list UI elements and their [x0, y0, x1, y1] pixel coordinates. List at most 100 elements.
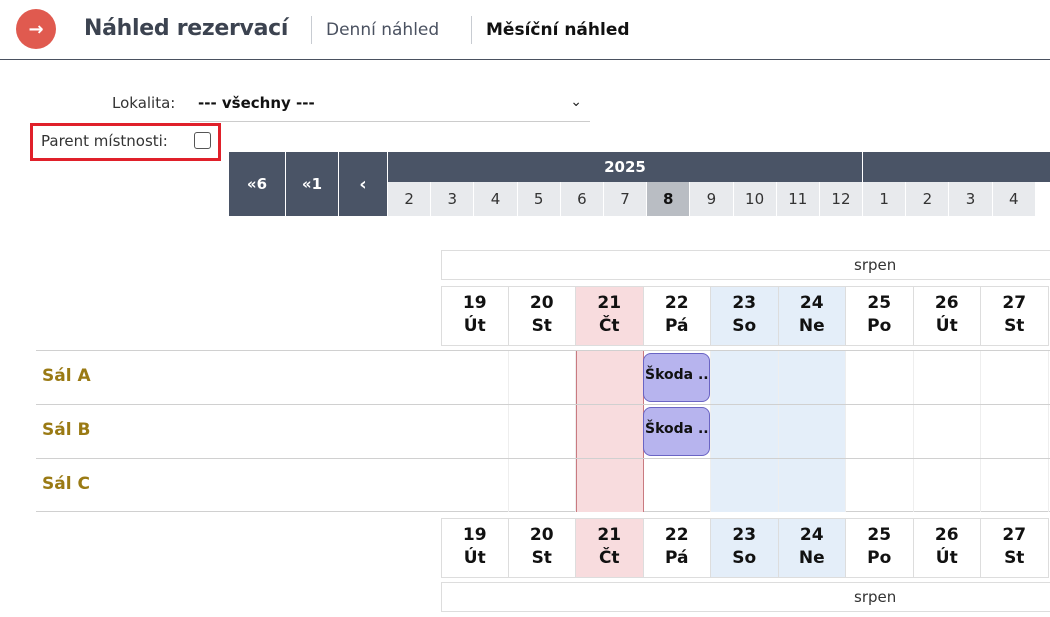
day-number: 19: [462, 525, 487, 545]
room-day-slot[interactable]: [778, 405, 846, 458]
room-day-slot[interactable]: [778, 459, 846, 512]
day-number: 26: [934, 525, 959, 545]
month-selector: 2 3 4 5 6 7 8 9 10 11 12 1 2 3 4: [388, 182, 1036, 216]
room-day-slot[interactable]: [711, 459, 779, 512]
month-cell[interactable]: 1: [863, 182, 907, 216]
parent-rooms-checkbox[interactable]: [194, 132, 211, 149]
room-name[interactable]: Sál A: [42, 366, 91, 386]
room-day-slot[interactable]: [441, 405, 509, 458]
day-of-week: Ne: [798, 316, 825, 336]
day-of-week: Po: [867, 316, 892, 336]
room-day-slot[interactable]: [846, 405, 914, 458]
day-of-week: St: [531, 548, 552, 568]
month-cell[interactable]: 3: [949, 182, 993, 216]
day-number: 24: [799, 293, 824, 313]
room-day-slot[interactable]: [441, 351, 509, 404]
tab-daily-view[interactable]: Denní náhled: [311, 16, 439, 44]
day-number: 24: [799, 525, 824, 545]
arrow-right-icon[interactable]: →: [16, 9, 56, 49]
bottom-day-cell: 21 Čt: [576, 518, 644, 578]
day-number: 20: [529, 525, 554, 545]
day-header-top: 19 Út 20 St 21 Čt 22 Pá 23 So 24 Ne 25 Po 26 Út 27 St: [441, 286, 1049, 346]
bottom-day-cell: 25 Po: [846, 518, 914, 578]
room-day-slot[interactable]: [914, 405, 981, 458]
room-day-slot[interactable]: [981, 405, 1049, 458]
month-band-top: srpen: [441, 250, 1050, 280]
year-label-next: [863, 152, 1050, 182]
room-day-slot[interactable]: [576, 351, 644, 404]
day-of-week: Po: [867, 548, 892, 568]
booking-block[interactable]: Škoda ...: [643, 353, 710, 402]
day-number: 25: [867, 525, 892, 545]
room-day-slot[interactable]: [576, 405, 644, 458]
room-day-slot[interactable]: [778, 351, 846, 404]
room-day-slot[interactable]: [576, 459, 644, 512]
page-title: Náhled rezervací: [84, 16, 289, 41]
month-cell[interactable]: 9: [690, 182, 734, 216]
month-cell[interactable]: 2: [388, 182, 432, 216]
room-day-slot[interactable]: [981, 459, 1049, 512]
room-row: Sál A: [36, 350, 1050, 404]
month-cell[interactable]: 6: [560, 182, 604, 216]
bottom-day-cell: 22 Pá: [643, 518, 711, 578]
month-cell[interactable]: 3: [431, 182, 475, 216]
month-cell[interactable]: 5: [517, 182, 561, 216]
month-cell[interactable]: 11: [776, 182, 820, 216]
room-day-slot[interactable]: [914, 459, 981, 512]
month-cell[interactable]: 12: [819, 182, 864, 216]
month-cell[interactable]: 4: [474, 182, 518, 216]
room-day-slot[interactable]: [711, 405, 779, 458]
room-row: Sál C: [36, 458, 1050, 512]
day-of-week: So: [732, 316, 757, 336]
day-number: 21: [597, 525, 622, 545]
prev-1-month-button[interactable]: «1: [286, 152, 339, 216]
month-cell[interactable]: 2: [906, 182, 950, 216]
top-day-cell: 22 Pá: [643, 286, 711, 346]
month-cell[interactable]: 4: [992, 182, 1036, 216]
room-day-slot[interactable]: [509, 459, 576, 512]
tab-monthly-view[interactable]: Měsíční náhled: [471, 16, 630, 44]
day-number: 27: [1002, 525, 1027, 545]
day-number: 26: [934, 293, 959, 313]
room-day-slot[interactable]: [711, 351, 779, 404]
day-number: 25: [867, 293, 892, 313]
booking-block[interactable]: Škoda ...: [643, 407, 710, 456]
room-day-slot[interactable]: [914, 351, 981, 404]
day-of-week: Čt: [598, 316, 620, 336]
lokalita-label: Lokalita:: [112, 94, 176, 112]
top-day-cell: 27 St: [981, 286, 1049, 346]
day-number: 22: [664, 525, 689, 545]
day-number: 20: [529, 293, 554, 313]
day-of-week: Út: [935, 316, 958, 336]
bottom-day-cell: 27 St: [981, 518, 1049, 578]
day-of-week: So: [732, 548, 757, 568]
room-day-slot[interactable]: [441, 459, 509, 512]
room-name[interactable]: Sál C: [42, 474, 90, 494]
room-day-slot[interactable]: [509, 351, 576, 404]
room-day-slot[interactable]: [846, 351, 914, 404]
lokalita-select[interactable]: --- všechny --- ⌄: [190, 90, 590, 122]
room-day-slot[interactable]: [509, 405, 576, 458]
bottom-day-cell: 23 So: [711, 518, 779, 578]
chevron-down-icon: ⌄: [570, 94, 582, 110]
bottom-day-cell: 20 St: [508, 518, 576, 578]
month-cell[interactable]: 8: [647, 182, 691, 216]
day-of-week: Út: [935, 548, 958, 568]
room-day-slot[interactable]: [644, 459, 711, 512]
room-day-slot[interactable]: [846, 459, 914, 512]
year-label: 2025: [388, 152, 863, 182]
bottom-day-cell: 19 Út: [441, 518, 509, 578]
day-number: 23: [732, 525, 757, 545]
prev-6-months-button[interactable]: «6: [229, 152, 286, 216]
month-cell[interactable]: 10: [733, 182, 777, 216]
day-number: 23: [732, 293, 757, 313]
top-day-cell: 26 Út: [913, 286, 981, 346]
month-cell[interactable]: 7: [603, 182, 648, 216]
day-of-week: Pá: [665, 548, 689, 568]
day-header-bottom: 19 Út 20 St 21 Čt 22 Pá 23 So 24 Ne 25 Po 26 Út 27 St: [441, 518, 1049, 578]
room-day-slot[interactable]: [981, 351, 1049, 404]
day-number: 22: [664, 293, 689, 313]
chevron-left-icon[interactable]: ‹: [339, 152, 388, 216]
room-name[interactable]: Sál B: [42, 420, 90, 440]
day-of-week: Út: [463, 316, 486, 336]
